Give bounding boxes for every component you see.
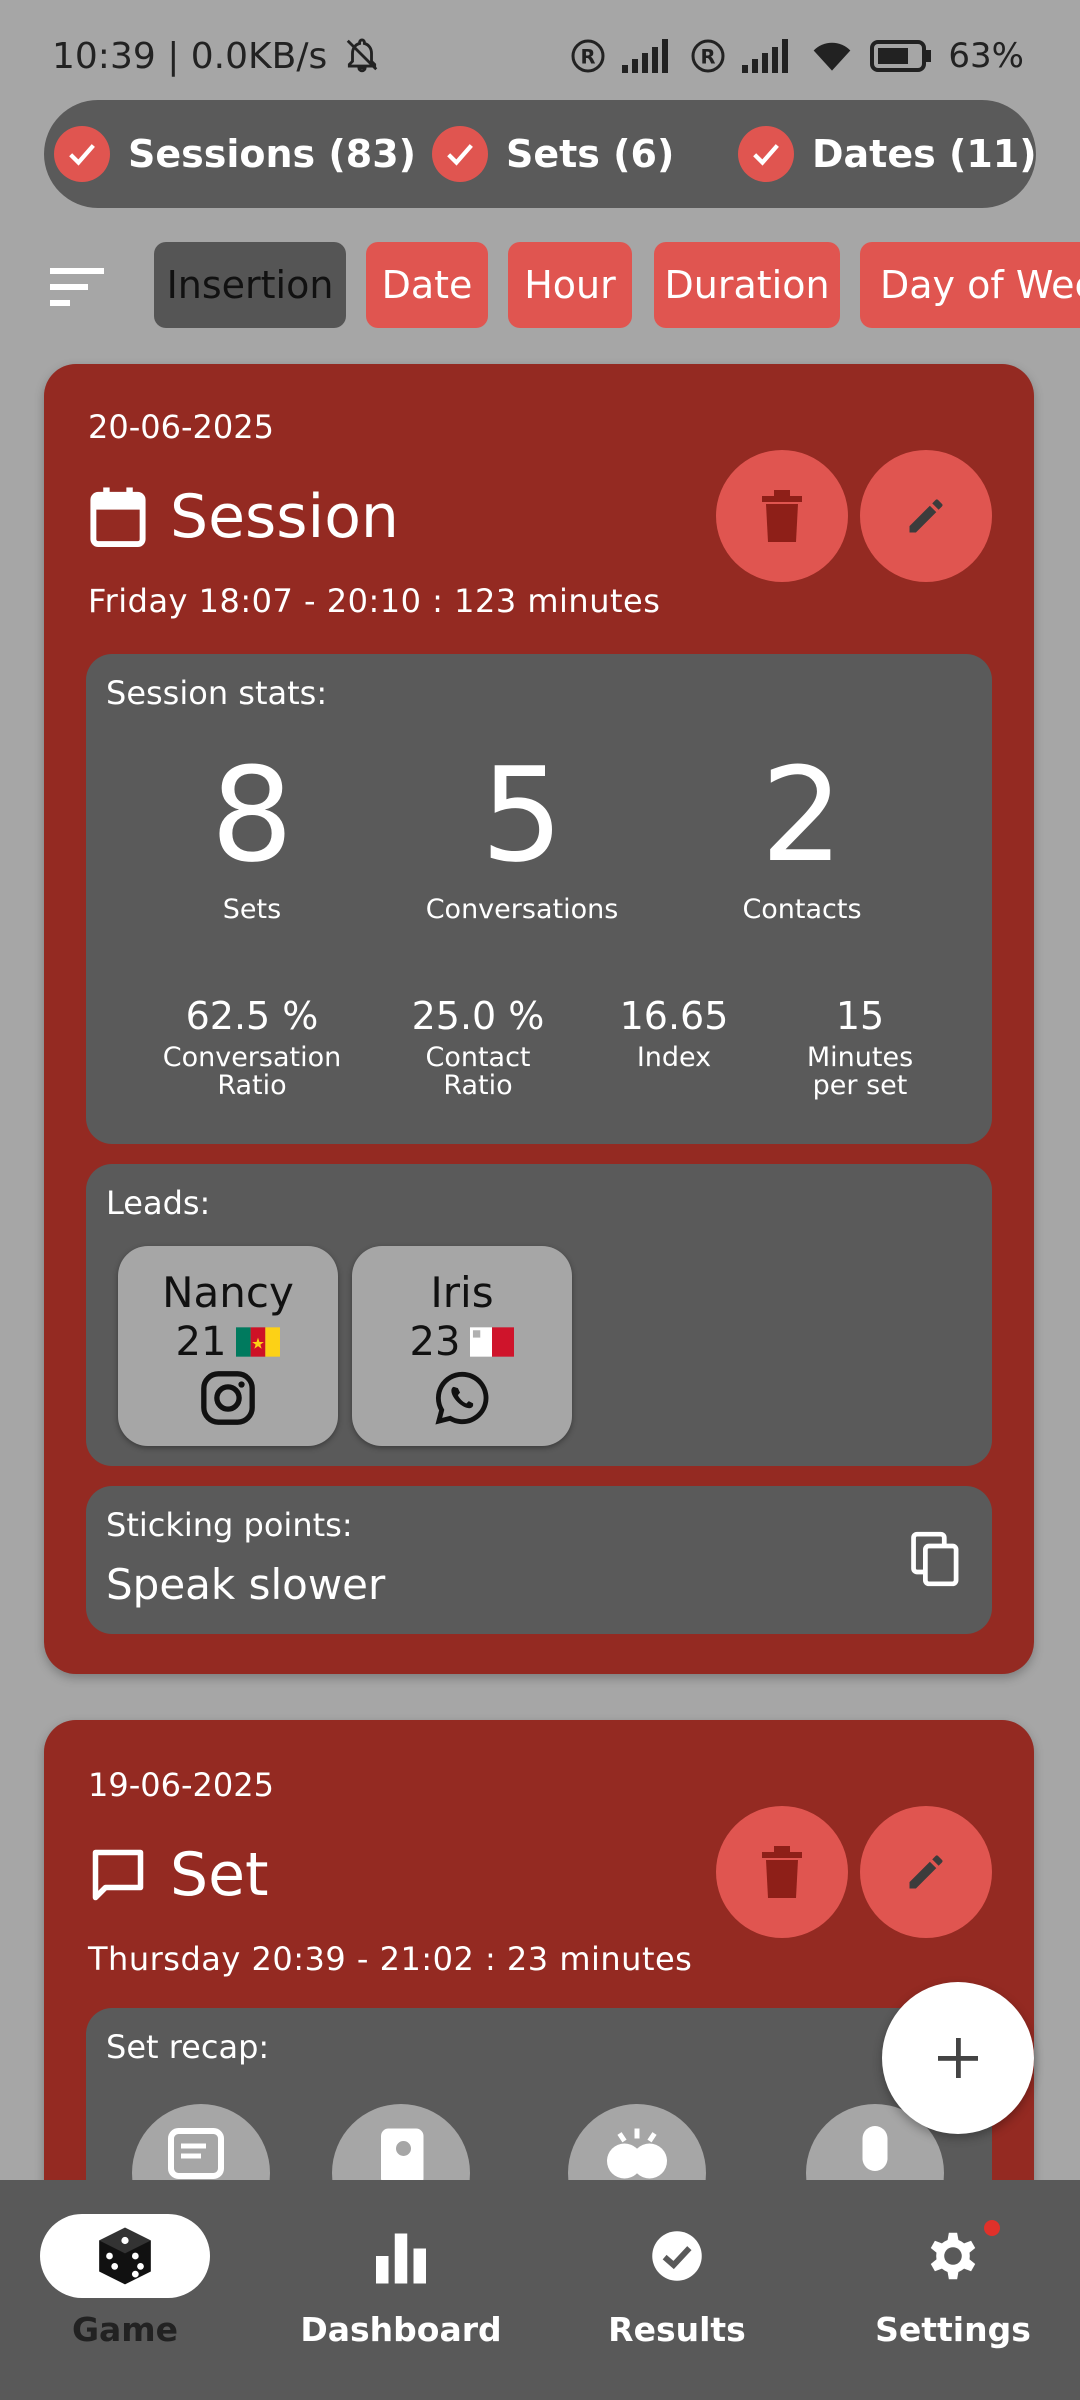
lead-age-row: 23 bbox=[352, 1319, 572, 1365]
sort-chip-day-of-week[interactable]: Day of Week bbox=[860, 242, 1080, 328]
status-time: 10:39 | 0.0KB/s bbox=[52, 36, 381, 77]
calendar-icon bbox=[90, 487, 146, 548]
stat-minutes-per-set: 15 Minutes per set bbox=[806, 994, 914, 1101]
plus-icon bbox=[938, 2038, 978, 2078]
filter-dates-label: Dates (11) bbox=[812, 132, 1037, 176]
lead-card[interactable]: Iris 23 bbox=[352, 1246, 572, 1446]
nav-active-pill bbox=[40, 2214, 210, 2298]
lead-age: 23 bbox=[409, 1319, 461, 1365]
sticking-points-label: Sticking points: bbox=[106, 1506, 353, 1544]
bottom-nav: Game Dashboard Results Settings bbox=[0, 2180, 1080, 2400]
stat-contacts: 2 Contacts bbox=[742, 739, 862, 925]
session-stats-panel: Session stats: 8 Sets 5 Conversations 2 … bbox=[86, 654, 992, 1144]
lead-age-row: 21 bbox=[118, 1319, 338, 1365]
filter-sets-label: Sets (6) bbox=[506, 132, 675, 176]
leads-label: Leads: bbox=[106, 1184, 211, 1222]
nav-settings-label: Settings bbox=[875, 2310, 1031, 2349]
battery-percent: 63% bbox=[948, 36, 1024, 76]
nav-game[interactable]: Game bbox=[10, 2214, 240, 2349]
session-stats-label: Session stats: bbox=[106, 674, 328, 712]
lead-age: 21 bbox=[175, 1319, 227, 1365]
stat-contact-ratio: 25.0 % Contact Ratio bbox=[411, 994, 545, 1101]
dice-icon bbox=[99, 2227, 151, 2285]
pencil-icon bbox=[909, 1855, 943, 1889]
edit-set-button[interactable] bbox=[860, 1806, 992, 1938]
nav-game-label: Game bbox=[71, 2310, 179, 2349]
session-card[interactable]: 20-06-2025 Session Friday 18:07 - 20:10 … bbox=[44, 364, 1034, 1674]
svg-text:R: R bbox=[701, 46, 716, 69]
stat-conversations: 5 Conversations bbox=[425, 739, 619, 925]
sticking-points-value: Speak slower bbox=[106, 1560, 386, 1609]
bell-off-icon bbox=[346, 38, 377, 73]
lead-name: Nancy bbox=[162, 1268, 294, 1317]
malta-flag-icon bbox=[470, 1327, 515, 1357]
nav-results-label: Results bbox=[608, 2310, 746, 2349]
sort-chip-date[interactable]: Date bbox=[366, 242, 488, 328]
status-bar: 10:39 | 0.0KB/s R R 63% bbox=[0, 0, 1080, 110]
trash-icon bbox=[762, 1846, 802, 1898]
copy-icon[interactable] bbox=[910, 1530, 962, 1588]
filter-sessions-label: Sessions (83) bbox=[128, 132, 417, 176]
stat-sets: 8 Sets bbox=[210, 739, 294, 925]
set-title: Set bbox=[170, 1840, 269, 1910]
signal-icon bbox=[622, 39, 669, 73]
brain-icon bbox=[607, 2128, 667, 2179]
set-title-row: Set bbox=[88, 1840, 269, 1910]
leads-panel: Leads: Nancy 21 Iris 23 bbox=[86, 1164, 992, 1466]
whatsapp-icon bbox=[352, 1369, 572, 1427]
set-subtitle: Thursday 20:39 - 21:02 : 23 minutes bbox=[88, 1940, 693, 1978]
check-circle-icon bbox=[652, 2231, 702, 2281]
set-recap-label: Set recap: bbox=[106, 2028, 270, 2066]
stat-conversation-ratio: 62.5 % Conversation Ratio bbox=[162, 994, 342, 1101]
set-date: 19-06-2025 bbox=[88, 1766, 274, 1804]
lead-card[interactable]: Nancy 21 bbox=[118, 1246, 338, 1446]
microphone-icon bbox=[862, 2126, 888, 2171]
type-filter-bar: Sessions (83) Sets (6) Dates (11) bbox=[44, 100, 1037, 208]
check-icon bbox=[54, 126, 110, 182]
sort-chip-duration[interactable]: Duration bbox=[654, 242, 840, 328]
bar-chart-icon bbox=[376, 2233, 426, 2284]
signal-icon-2 bbox=[742, 39, 789, 73]
session-subtitle: Friday 18:07 - 20:10 : 123 minutes bbox=[88, 582, 661, 620]
filter-sets[interactable]: Sets (6) bbox=[432, 126, 674, 182]
chat-bubble-icon bbox=[92, 1849, 144, 1901]
gear-icon bbox=[930, 2232, 976, 2280]
sort-icon[interactable] bbox=[48, 262, 108, 312]
pencil-icon bbox=[909, 499, 943, 533]
contact-card-icon bbox=[381, 2128, 424, 2186]
filter-sessions[interactable]: Sessions (83) bbox=[54, 126, 416, 182]
svg-text:R: R bbox=[581, 46, 596, 69]
nav-dashboard[interactable]: Dashboard bbox=[286, 2214, 516, 2349]
nav-results[interactable]: Results bbox=[562, 2214, 792, 2349]
delete-set-button[interactable] bbox=[716, 1806, 848, 1938]
wifi-icon bbox=[814, 42, 851, 71]
battery-icon bbox=[870, 40, 932, 72]
session-date: 20-06-2025 bbox=[88, 408, 274, 446]
set-card[interactable]: 19-06-2025 Set Thursday 20:39 - 21:02 : … bbox=[44, 1720, 1034, 2240]
check-icon bbox=[738, 126, 794, 182]
edit-session-button[interactable] bbox=[860, 450, 992, 582]
notes-icon bbox=[168, 2128, 224, 2179]
sort-chip-insertion[interactable]: Insertion bbox=[154, 242, 346, 328]
sticking-points-panel: Sticking points: Speak slower bbox=[86, 1486, 992, 1634]
notification-dot bbox=[984, 2220, 1000, 2236]
registered-icon-2: R bbox=[691, 39, 725, 73]
delete-session-button[interactable] bbox=[716, 450, 848, 582]
trash-icon bbox=[762, 490, 802, 542]
registered-icon: R bbox=[571, 39, 605, 73]
session-title: Session bbox=[170, 482, 399, 552]
filter-dates[interactable]: Dates (11) bbox=[738, 126, 1037, 182]
check-icon bbox=[432, 126, 488, 182]
add-button[interactable] bbox=[882, 1982, 1034, 2134]
session-title-row: Session bbox=[88, 482, 399, 552]
cameroon-flag-icon bbox=[236, 1327, 281, 1357]
status-icons: R R 63% bbox=[570, 36, 1024, 76]
instagram-icon bbox=[118, 1369, 338, 1427]
nav-settings[interactable]: Settings bbox=[838, 2214, 1068, 2349]
lead-name: Iris bbox=[430, 1268, 494, 1317]
sort-chip-hour[interactable]: Hour bbox=[508, 242, 632, 328]
nav-dashboard-label: Dashboard bbox=[300, 2310, 502, 2349]
